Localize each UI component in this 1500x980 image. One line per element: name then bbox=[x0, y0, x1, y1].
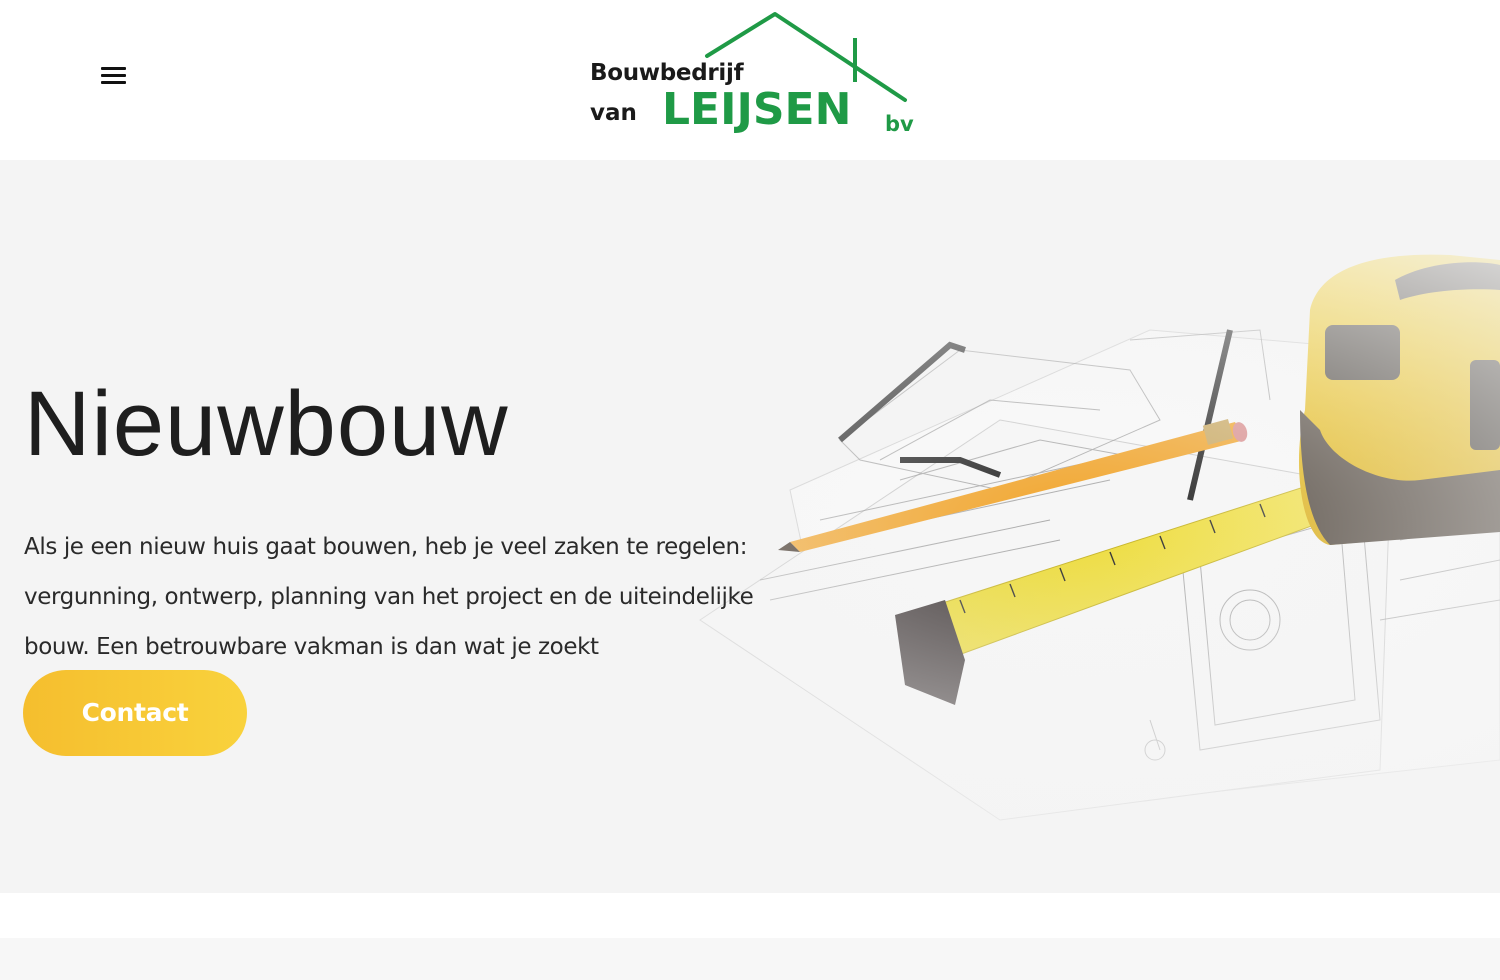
hero-title: Nieuwbouw bbox=[24, 373, 509, 475]
site-header: Bouwbedrijf van LEIJSEN bv bbox=[0, 0, 1500, 160]
logo-text-main: LEIJSEN bbox=[662, 84, 852, 135]
logo-text-line1: Bouwbedrijf bbox=[590, 60, 744, 86]
contact-button[interactable]: Contact bbox=[23, 670, 247, 756]
section-spacer bbox=[0, 893, 1500, 938]
logo-text-line2: van bbox=[590, 100, 637, 126]
logo-text-suffix: bv bbox=[885, 112, 914, 136]
next-section bbox=[0, 938, 1500, 980]
hero-section: Nieuwbouw Als je een nieuw huis gaat bou… bbox=[0, 160, 1500, 893]
hamburger-menu-icon[interactable] bbox=[100, 64, 128, 90]
company-logo[interactable]: Bouwbedrijf van LEIJSEN bv bbox=[585, 10, 925, 145]
contact-button-label: Contact bbox=[81, 698, 189, 727]
hero-description: Als je een nieuw huis gaat bouwen, heb j… bbox=[24, 534, 754, 660]
